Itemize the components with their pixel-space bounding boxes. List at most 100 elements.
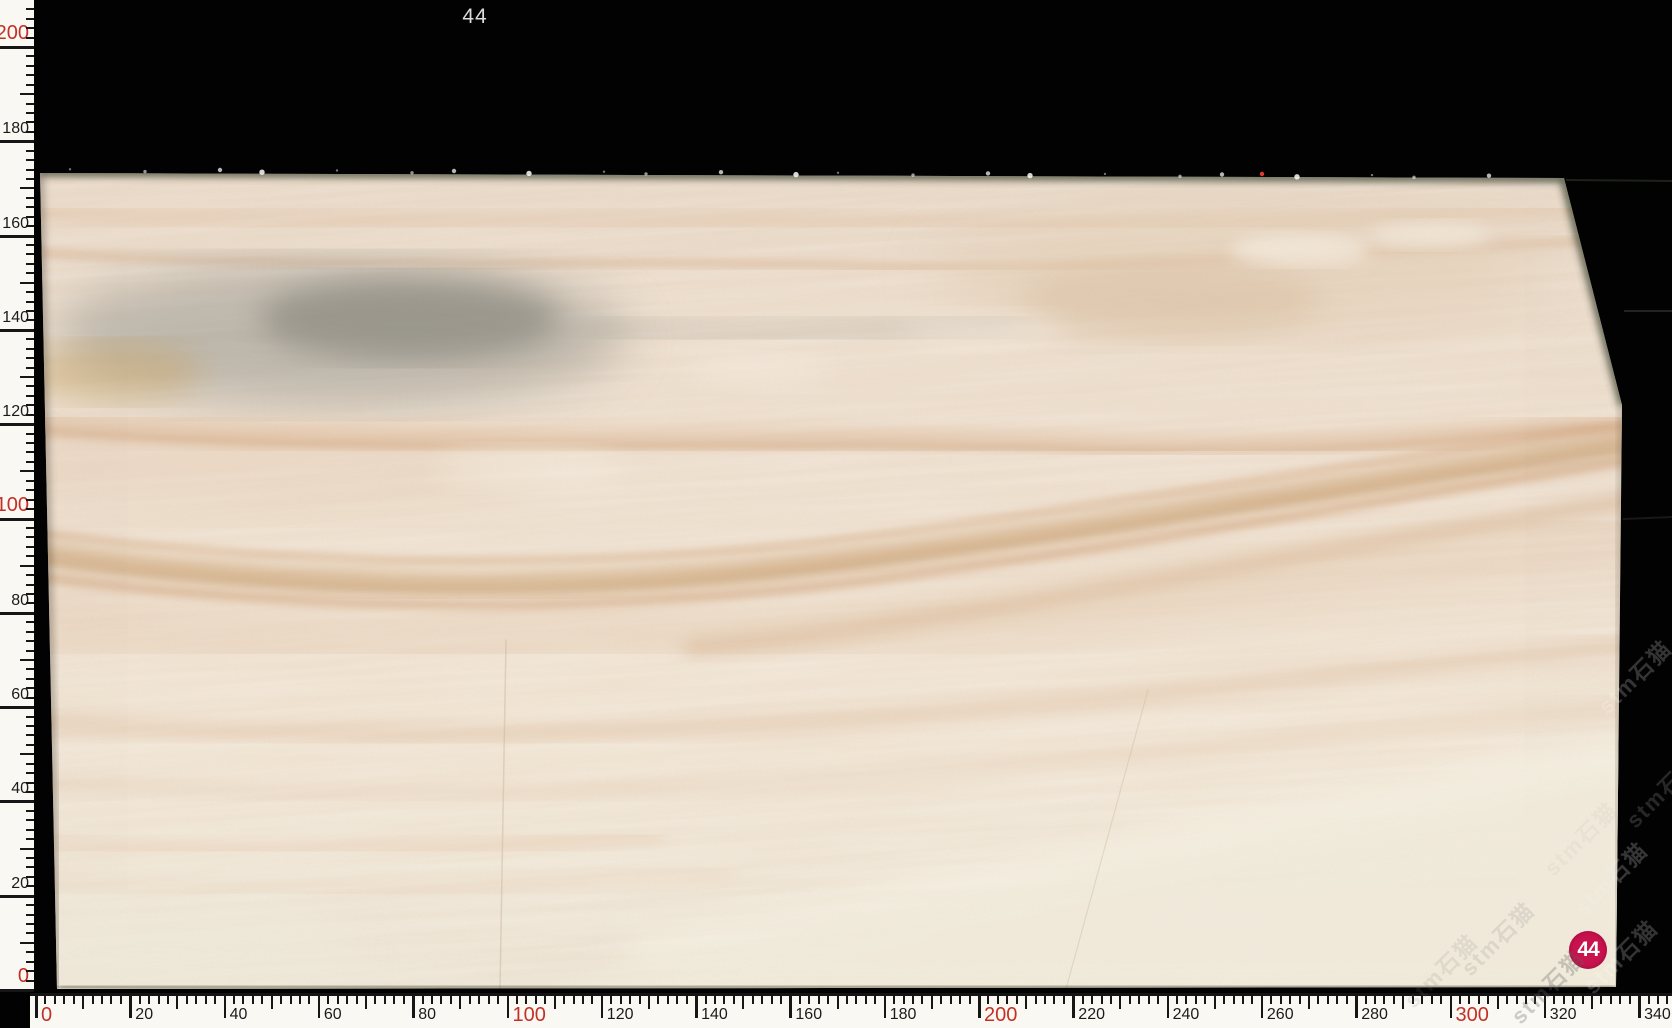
h-ruler-tick	[1458, 996, 1461, 1004]
h-ruler-tick	[167, 996, 170, 1004]
v-ruler-tick	[26, 310, 34, 313]
v-ruler-tick	[26, 262, 34, 265]
h-ruler-tick	[893, 996, 896, 1004]
v-ruler-tick	[26, 300, 34, 303]
h-ruler-tick	[1308, 996, 1311, 1009]
h-ruler-tick	[544, 996, 547, 1004]
top-slab-number: 44	[462, 5, 488, 28]
h-ruler-tick	[1402, 996, 1405, 1009]
v-ruler-tick	[0, 800, 34, 804]
h-ruler-tick	[1232, 996, 1235, 1004]
edge-highlight-dot	[836, 171, 840, 174]
v-ruler-tick	[26, 508, 34, 511]
h-ruler-tick	[53, 996, 56, 1004]
h-ruler-tick	[421, 996, 424, 1004]
h-ruler-tick	[1242, 996, 1245, 1004]
v-ruler-tick	[20, 93, 34, 96]
h-ruler-tick	[1119, 996, 1122, 1009]
h-ruler-tick	[459, 996, 462, 1009]
h-ruler-tick	[751, 996, 754, 1004]
h-ruler-label-260: 260	[1266, 1006, 1294, 1023]
h-ruler-tick	[1213, 996, 1216, 1009]
v-ruler-tick	[26, 413, 34, 416]
h-ruler-tick	[713, 996, 716, 1004]
v-ruler-label-40: 40	[11, 780, 29, 798]
edge-highlight-dot	[644, 172, 648, 176]
v-ruler-tick	[26, 385, 34, 388]
v-ruler-tick	[20, 564, 34, 567]
h-ruler-tick	[1515, 996, 1518, 1004]
h-ruler-tick	[1006, 996, 1009, 1004]
edge-highlight-dot	[259, 169, 265, 175]
v-ruler-tick	[26, 102, 34, 105]
h-ruler-tick	[1543, 996, 1547, 1018]
v-ruler-tick	[26, 866, 34, 869]
h-ruler-tick	[1072, 996, 1075, 1018]
v-ruler-tick	[26, 357, 34, 360]
v-ruler-tick	[26, 366, 34, 369]
v-ruler-tick	[26, 159, 34, 162]
h-ruler-tick	[1194, 996, 1197, 1004]
edge-highlight-dot	[410, 171, 414, 175]
h-ruler-tick	[695, 996, 698, 1018]
v-ruler-tick	[26, 489, 34, 492]
h-ruler-tick	[1034, 996, 1037, 1004]
h-ruler-tick	[1345, 996, 1348, 1004]
h-ruler-tick	[1572, 996, 1575, 1004]
v-ruler-tick	[26, 536, 34, 539]
h-ruler-tick	[987, 996, 990, 1004]
v-ruler-tick	[26, 319, 34, 322]
h-ruler-tick	[487, 996, 490, 1004]
v-ruler-tick	[26, 687, 34, 690]
v-ruler-tick	[26, 244, 34, 247]
h-ruler-label-160: 160	[795, 1006, 823, 1023]
v-ruler-tick	[26, 130, 34, 133]
h-ruler-label-340: 340	[1644, 1006, 1671, 1023]
h-ruler-tick	[855, 996, 858, 1004]
h-ruler-tick	[1025, 996, 1028, 1009]
v-ruler-tick	[26, 809, 34, 812]
v-ruler-tick	[0, 328, 34, 332]
h-ruler-tick	[72, 996, 75, 1004]
h-ruler-label-280: 280	[1361, 1006, 1388, 1023]
v-ruler-tick	[26, 168, 34, 171]
h-ruler-tick	[393, 996, 396, 1004]
v-ruler-label-20: 20	[11, 874, 29, 892]
v-ruler-tick	[26, 574, 34, 577]
h-ruler-tick	[940, 996, 943, 1004]
edge-highlight-dot	[526, 170, 532, 177]
h-ruler-tick	[336, 996, 339, 1004]
v-ruler-tick	[26, 498, 34, 501]
edge-red-mark	[1259, 171, 1265, 177]
edge-highlight-dot	[68, 168, 72, 171]
v-ruler-label-200: 200	[0, 22, 29, 44]
v-ruler-tick	[26, 74, 34, 77]
h-ruler-tick	[402, 996, 405, 1004]
h-ruler-tick	[214, 996, 217, 1004]
h-ruler-tick	[346, 996, 349, 1004]
h-ruler-tick	[1487, 996, 1490, 1004]
h-ruler-label-40: 40	[229, 1006, 248, 1023]
h-ruler-tick	[431, 996, 434, 1004]
h-ruler-tick	[1147, 996, 1150, 1004]
badge-number: 44	[1577, 938, 1599, 961]
h-ruler-tick	[44, 996, 47, 1004]
v-ruler-tick	[20, 376, 34, 379]
v-ruler-tick	[26, 55, 34, 58]
v-ruler-tick	[26, 875, 34, 878]
h-ruler-tick	[1506, 996, 1509, 1004]
v-ruler-tick	[26, 838, 34, 841]
h-ruler-tick	[1128, 996, 1131, 1004]
h-ruler-tick	[1666, 996, 1669, 1004]
h-ruler-tick	[1110, 996, 1113, 1004]
v-ruler-tick	[0, 423, 34, 427]
edge-highlight-dot	[602, 170, 606, 173]
h-ruler-tick	[742, 996, 745, 1009]
h-ruler-tick	[110, 996, 113, 1004]
h-ruler-tick	[704, 996, 707, 1004]
v-ruler-tick	[26, 545, 34, 548]
h-ruler-tick	[119, 996, 122, 1004]
h-ruler-tick	[996, 996, 999, 1004]
h-ruler-tick	[1289, 996, 1292, 1004]
edge-highlight-dot	[217, 167, 223, 173]
